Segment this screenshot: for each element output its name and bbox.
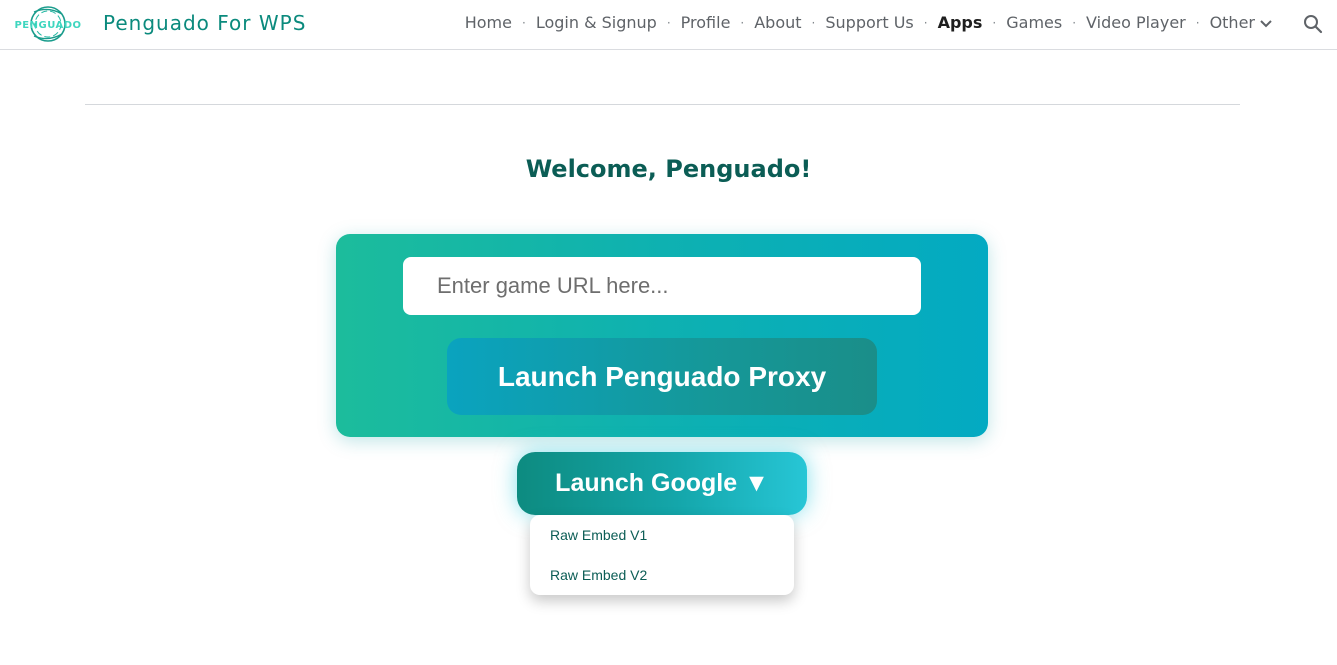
search-icon[interactable] <box>1301 12 1325 36</box>
nav-item-login-signup[interactable]: Login & Signup <box>536 13 657 32</box>
nav-separator: · <box>1195 15 1200 30</box>
chevron-down-icon <box>1260 20 1272 28</box>
launch-google-dropdown: Raw Embed V1 Raw Embed V2 <box>530 515 794 595</box>
nav-item-other[interactable]: Other <box>1210 13 1273 32</box>
nav-separator: · <box>923 15 928 30</box>
main-nav: Home · Login & Signup · Profile · About … <box>465 13 1273 32</box>
nav-separator: · <box>992 15 997 30</box>
nav-item-other-label: Other <box>1209 13 1255 32</box>
launch-google-button[interactable]: Launch Google ▼ <box>517 452 807 515</box>
site-title[interactable]: Penguado For WPS <box>103 11 306 35</box>
top-bar: PENGUADO Penguado For WPS Home · Login &… <box>0 0 1337 50</box>
game-url-input[interactable] <box>403 257 921 315</box>
nav-item-profile[interactable]: Profile <box>681 13 731 32</box>
nav-separator: · <box>521 15 526 30</box>
logo-text: PENGUADO <box>14 20 81 31</box>
proxy-launcher-card: Launch Penguado Proxy <box>336 234 988 437</box>
dropdown-item-raw-embed-v2[interactable]: Raw Embed V2 <box>550 567 647 583</box>
nav-item-games[interactable]: Games <box>1006 13 1062 32</box>
welcome-heading: Welcome, Penguado! <box>525 155 812 183</box>
nav-item-video-player[interactable]: Video Player <box>1086 13 1186 32</box>
content-divider <box>85 104 1240 105</box>
nav-separator: · <box>666 15 671 30</box>
nav-item-apps[interactable]: Apps <box>938 13 983 32</box>
dropdown-item-raw-embed-v1[interactable]: Raw Embed V1 <box>550 527 647 543</box>
nav-item-about[interactable]: About <box>754 13 801 32</box>
nav-separator: · <box>740 15 745 30</box>
nav-item-support-us[interactable]: Support Us <box>825 13 913 32</box>
nav-item-home[interactable]: Home <box>465 13 512 32</box>
launch-proxy-button[interactable]: Launch Penguado Proxy <box>447 338 877 415</box>
nav-separator: · <box>1072 15 1077 30</box>
logo-icon[interactable]: PENGUADO <box>12 4 84 44</box>
nav-separator: · <box>811 15 816 30</box>
